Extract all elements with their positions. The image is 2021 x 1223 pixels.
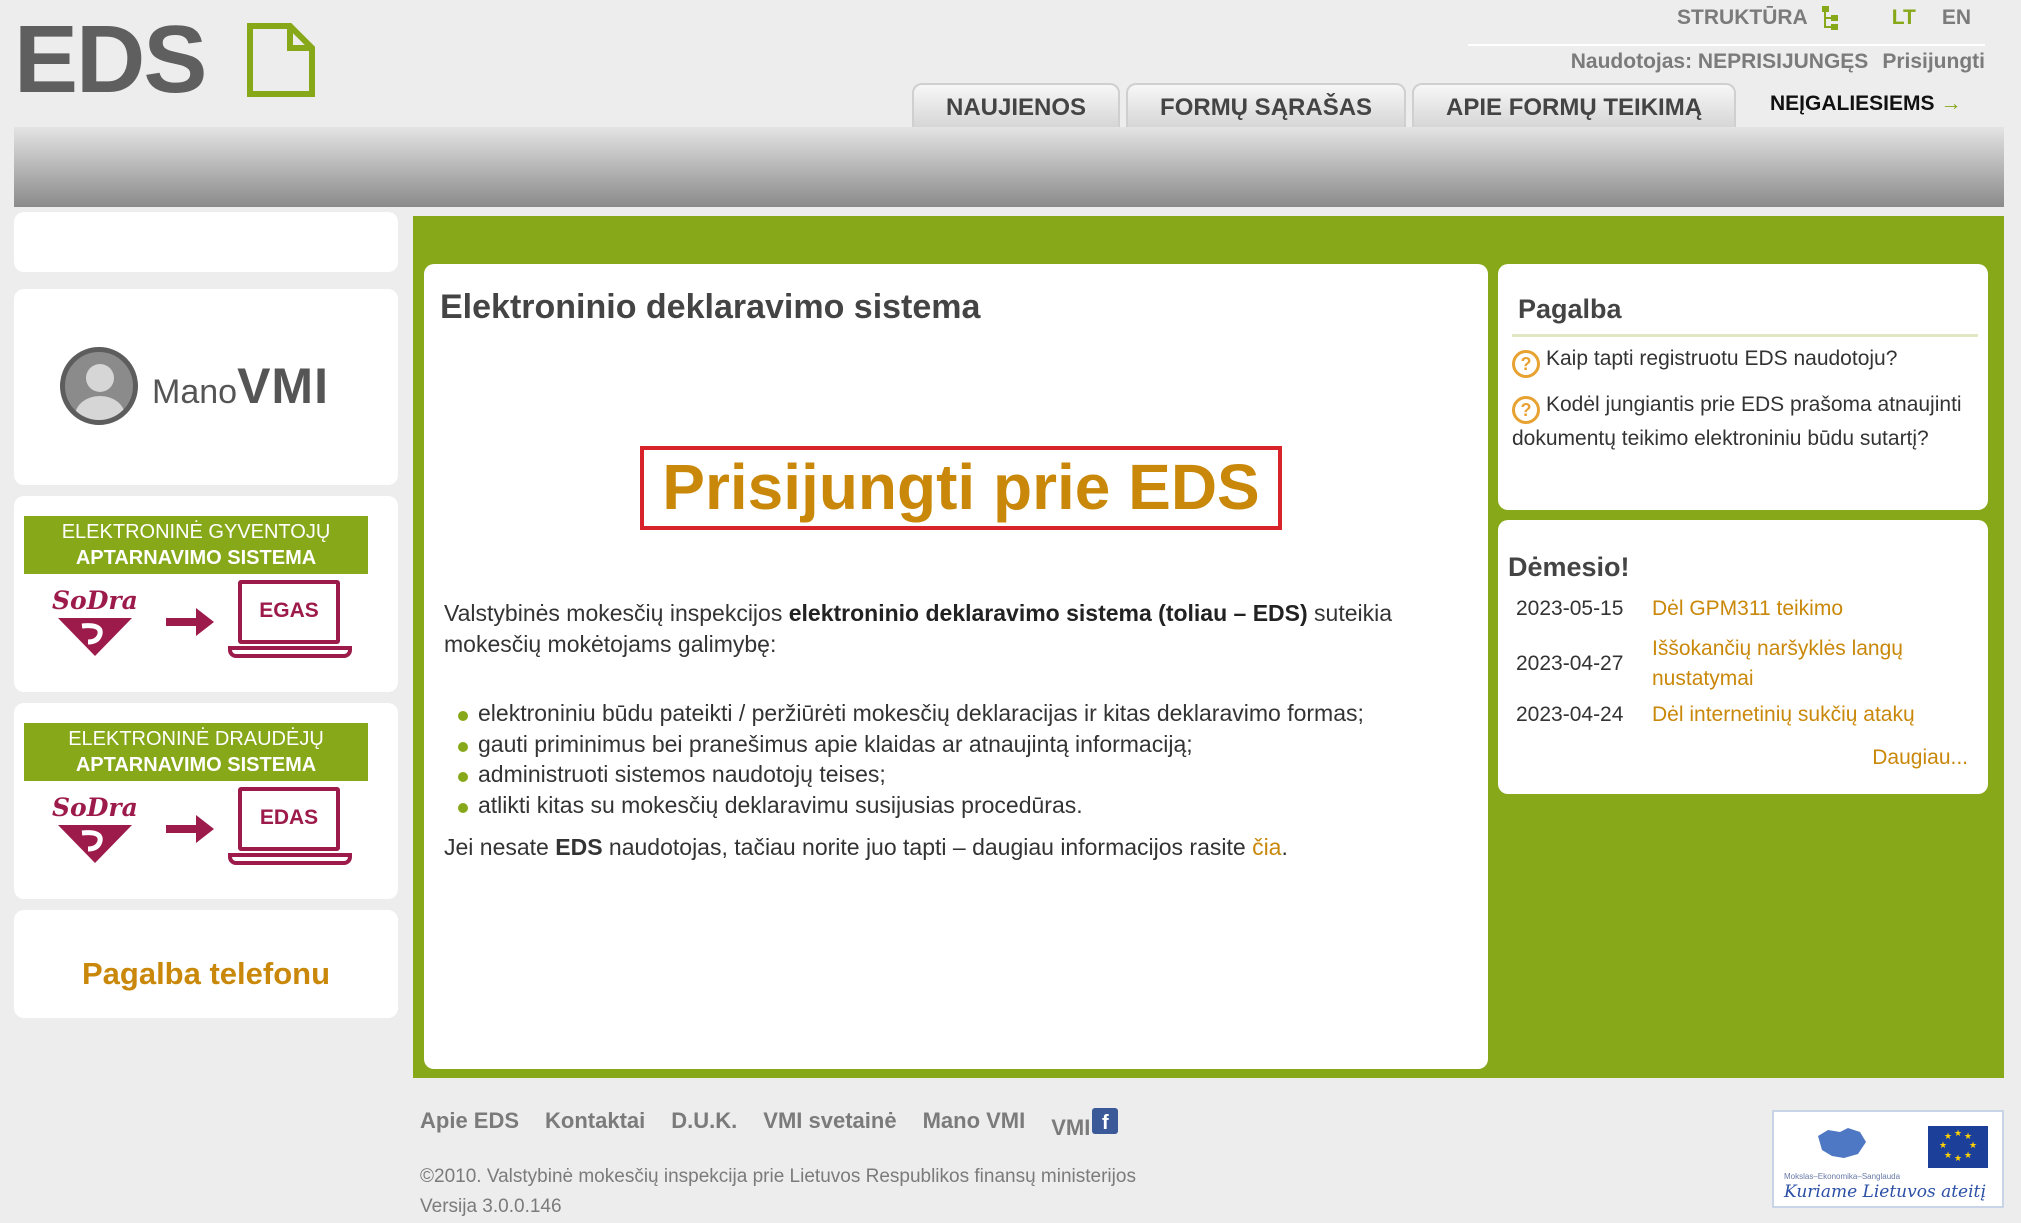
- more-news-link[interactable]: Daugiau...: [1872, 746, 1968, 770]
- arrow-right-icon: [166, 608, 214, 636]
- news-date: 2023-05-15: [1516, 597, 1624, 620]
- attention-panel: Dėmesio! 2023-05-15 Dėl GPM311 teikimo 2…: [1498, 520, 1988, 794]
- news-link[interactable]: Dėl internetinių sukčių atakų: [1652, 700, 1915, 730]
- tab-news[interactable]: NAUJIENOS: [912, 83, 1121, 127]
- logo-text: EDS: [14, 6, 207, 113]
- user-avatar-icon: [60, 347, 138, 425]
- footer-links: Apie EDS Kontaktai D.U.K. VMI svetainė M…: [420, 1108, 1119, 1141]
- intro-text: Valstybinės mokesčių inspekcijos elektro…: [444, 600, 1393, 657]
- news-date: 2023-04-24: [1516, 703, 1624, 726]
- attention-title: Dėmesio!: [1508, 552, 1630, 582]
- tab-about-submission[interactable]: APIE FORMŲ TEIKIMĄ: [1412, 83, 1737, 127]
- footer-link-contacts[interactable]: Kontaktai: [545, 1108, 645, 1141]
- accessibility-link[interactable]: NEĮGALIESIEMS →: [1770, 92, 1962, 116]
- list-item: atlikti kitas su mokesčių deklaravimu su…: [458, 790, 1364, 821]
- sodra-emblem-icon: [58, 825, 132, 863]
- lang-en-link[interactable]: EN: [1942, 6, 1971, 30]
- lang-lt-link[interactable]: LT: [1892, 6, 1916, 30]
- help-question[interactable]: ? Kaip tapti registruotu EDS naudotoju?: [1512, 344, 1982, 378]
- arrow-right-icon: →: [1940, 92, 1962, 115]
- sodra-logo: SoDra: [52, 586, 138, 658]
- vmi-label: VMI: [237, 358, 329, 414]
- more-info-link[interactable]: čia: [1252, 834, 1281, 860]
- sodra-emblem-icon: [58, 618, 132, 656]
- phone-help-box: Pagalba telefonu: [14, 910, 398, 1018]
- sitemap-icon[interactable]: [1820, 4, 1840, 32]
- footer-link-vmi-facebook[interactable]: VMI f: [1051, 1108, 1119, 1141]
- eds-logo[interactable]: EDS: [14, 6, 319, 113]
- main-content: Elektroninio deklaravimo sistema Prisiju…: [424, 264, 1488, 1069]
- lithuania-map-icon: [1818, 1128, 1866, 1158]
- eu-motto: Kuriame Lietuvos ateitį: [1784, 1182, 1986, 1202]
- user-status: Naudotojas: NEPRISIJUNGĘS Prisijungti: [1468, 44, 1985, 74]
- structure-link[interactable]: STRUKTŪRA: [1677, 6, 1808, 30]
- version-text: Versija 3.0.0.146: [420, 1196, 562, 1217]
- login-link[interactable]: Prisijungti: [1882, 50, 1985, 73]
- arrow-right-icon: [166, 815, 214, 843]
- copyright: ©2010. Valstybinė mokesčių inspekcija pr…: [420, 1162, 1136, 1222]
- user-label: Naudotojas: NEPRISIJUNGĘS: [1570, 50, 1869, 73]
- sodra-logo: SoDra: [52, 793, 138, 865]
- mano-label: Mano: [152, 373, 238, 411]
- login-eds-button[interactable]: Prisijungti prie EDS: [640, 446, 1282, 530]
- outro-text: Jei nesate EDS naudotojas, tačiau norite…: [444, 834, 1288, 860]
- help-title: Pagalba: [1518, 294, 1622, 324]
- footer-link-faq[interactable]: D.U.K.: [671, 1108, 737, 1141]
- facebook-icon: f: [1092, 1108, 1119, 1134]
- footer-link-vmi-site[interactable]: VMI svetainė: [763, 1108, 896, 1141]
- laptop-icon: EDAS: [228, 787, 352, 875]
- news-date: 2023-04-27: [1516, 652, 1624, 675]
- features-list: elektroniniu būdu pateikti / peržiūrėti …: [458, 698, 1364, 820]
- main-nav-tabs: NAUJIENOS FORMŲ SĄRAŠAS APIE FORMŲ TEIKI…: [912, 83, 1737, 127]
- divider: [1512, 334, 1978, 337]
- news-row: 2023-05-15 Dėl GPM311 teikimo: [1516, 594, 1956, 624]
- edas-heading: ELEKTRONINĖ DRAUDĖJŲ APTARNAVIMO SISTEMA: [24, 723, 368, 781]
- egas-heading: ELEKTRONINĖ GYVENTOJŲ APTARNAVIMO SISTEM…: [24, 516, 368, 574]
- eu-flag-icon: ★ ★ ★ ★ ★ ★ ★ ★: [1928, 1126, 1988, 1168]
- header-banner: [14, 127, 2004, 207]
- question-icon: ?: [1512, 396, 1540, 424]
- list-item: elektroniniu būdu pateikti / peržiūrėti …: [458, 698, 1364, 729]
- top-links: STRUKTŪRA LT EN: [1677, 4, 1971, 32]
- news-row: 2023-04-27 Iššokančių naršyklės langų nu…: [1516, 634, 1956, 694]
- page-title: Elektroninio deklaravimo sistema: [440, 288, 981, 326]
- list-item: gauti priminimus bei pranešimus apie kla…: [458, 729, 1364, 760]
- edas-banner[interactable]: ELEKTRONINĖ DRAUDĖJŲ APTARNAVIMO SISTEMA…: [14, 703, 398, 899]
- eu-structural-funds-logo[interactable]: ★ ★ ★ ★ ★ ★ ★ ★ Mokslas–Ekonomika–Sanglauda …: [1772, 1110, 2004, 1208]
- news-link[interactable]: Iššokančių naršyklės langų nustatymai: [1652, 634, 1942, 694]
- phone-help-link[interactable]: Pagalba telefonu: [82, 956, 330, 992]
- help-panel: Pagalba ? Kaip tapti registruotu EDS naud…: [1498, 264, 1988, 510]
- tab-forms-list[interactable]: FORMŲ SĄRAŠAS: [1126, 83, 1407, 127]
- footer-link-mano-vmi[interactable]: Mano VMI: [923, 1108, 1026, 1141]
- mano-vmi-banner[interactable]: ManoVMI: [14, 289, 398, 485]
- laptop-icon: EGAS: [228, 580, 352, 668]
- document-icon: [247, 23, 315, 97]
- footer-link-about[interactable]: Apie EDS: [420, 1108, 519, 1141]
- news-row: 2023-04-24 Dėl internetinių sukčių atakų: [1516, 700, 1956, 730]
- help-question[interactable]: ? Kodėl jungiantis prie EDS prašoma atnau…: [1512, 390, 1982, 454]
- list-item: administruoti sistemos naudotojų teises;: [458, 759, 1364, 790]
- sidebar-top-box: [14, 212, 398, 272]
- egas-banner[interactable]: ELEKTRONINĖ GYVENTOJŲ APTARNAVIMO SISTEM…: [14, 496, 398, 692]
- question-icon: ?: [1512, 350, 1540, 378]
- news-link[interactable]: Dėl GPM311 teikimo: [1652, 594, 1843, 624]
